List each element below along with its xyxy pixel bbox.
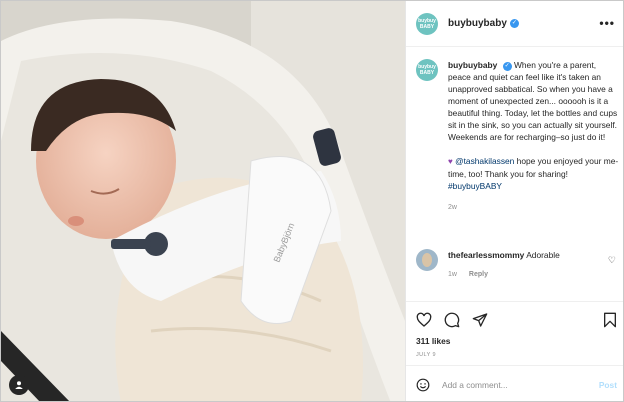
comment-text: Adorable [526, 250, 560, 260]
add-comment-input[interactable]: Add a comment... [442, 380, 508, 390]
more-options-icon[interactable]: ••• [599, 16, 615, 30]
bookmark-icon [604, 312, 616, 328]
post-actions-bar [406, 301, 623, 361]
caption-avatar-line2: BABY [419, 70, 435, 76]
user-icon [15, 381, 23, 389]
header-username[interactable]: buybuybaby [448, 18, 507, 29]
save-bookmark-button[interactable] [603, 312, 617, 333]
post-photo[interactable]: BabyBjörn [1, 1, 405, 401]
comment-item: thefearlessmommy Adorable 1w Reply ♡ [416, 249, 620, 281]
caption-verified-badge-icon: ✓ [502, 62, 512, 71]
post-caption: buybuy BABY buybuybaby ✓ When you're a p… [416, 59, 620, 214]
caption-username[interactable]: buybuybaby [448, 60, 497, 70]
like-heart-icon[interactable] [416, 312, 432, 328]
comment-reply-button[interactable]: Reply [469, 271, 488, 278]
caption-time: 2w [448, 204, 457, 211]
post-comment-button[interactable]: Post [599, 380, 617, 390]
emoji-smiley-icon[interactable] [416, 378, 430, 392]
comment-time: 1w [448, 271, 457, 278]
share-paper-plane-icon[interactable] [472, 312, 488, 328]
caption-text-block: buybuybaby ✓ When you're a parent, peace… [448, 59, 620, 214]
comment-text-block: thefearlessmommy Adorable 1w Reply [448, 249, 598, 281]
comment-meta: 1w Reply [448, 269, 598, 281]
caption-body: When you're a parent, peace and quiet ca… [448, 60, 618, 142]
post-date: JULY 9 [416, 352, 436, 358]
purple-heart-icon: ♥ [448, 157, 453, 166]
tagged-users-button[interactable] [9, 375, 29, 395]
post-header: buybuy BABY buybuybaby ✓ ••• [406, 1, 623, 47]
comment-like-heart-icon[interactable]: ♡ [608, 255, 616, 266]
like-count[interactable]: 311 likes [416, 336, 450, 346]
post-details-panel: buybuy BABY buybuybaby ✓ ••• buybuy BABY… [405, 1, 623, 401]
baby-photo-illustration: BabyBjörn [1, 1, 405, 401]
verified-badge-icon: ✓ [509, 19, 519, 28]
add-comment-bar: Add a comment... Post [406, 365, 623, 401]
avatar-text-line2: BABY [419, 23, 435, 30]
caption-mention[interactable]: @tashakilassen [455, 156, 514, 166]
action-icons [416, 312, 488, 328]
comment-username[interactable]: thefearlessmommy [448, 250, 524, 260]
caption-avatar[interactable]: buybuy BABY [416, 59, 438, 81]
comment-bubble-icon[interactable] [444, 312, 460, 328]
caption-hashtag[interactable]: #buybuyBABY [448, 181, 502, 191]
profile-avatar[interactable]: buybuy BABY [416, 12, 438, 35]
instagram-post-window: BabyBjörn buybuy BABY buybuybaby ✓ ••• b… [0, 0, 624, 402]
comment-avatar[interactable] [416, 249, 438, 271]
